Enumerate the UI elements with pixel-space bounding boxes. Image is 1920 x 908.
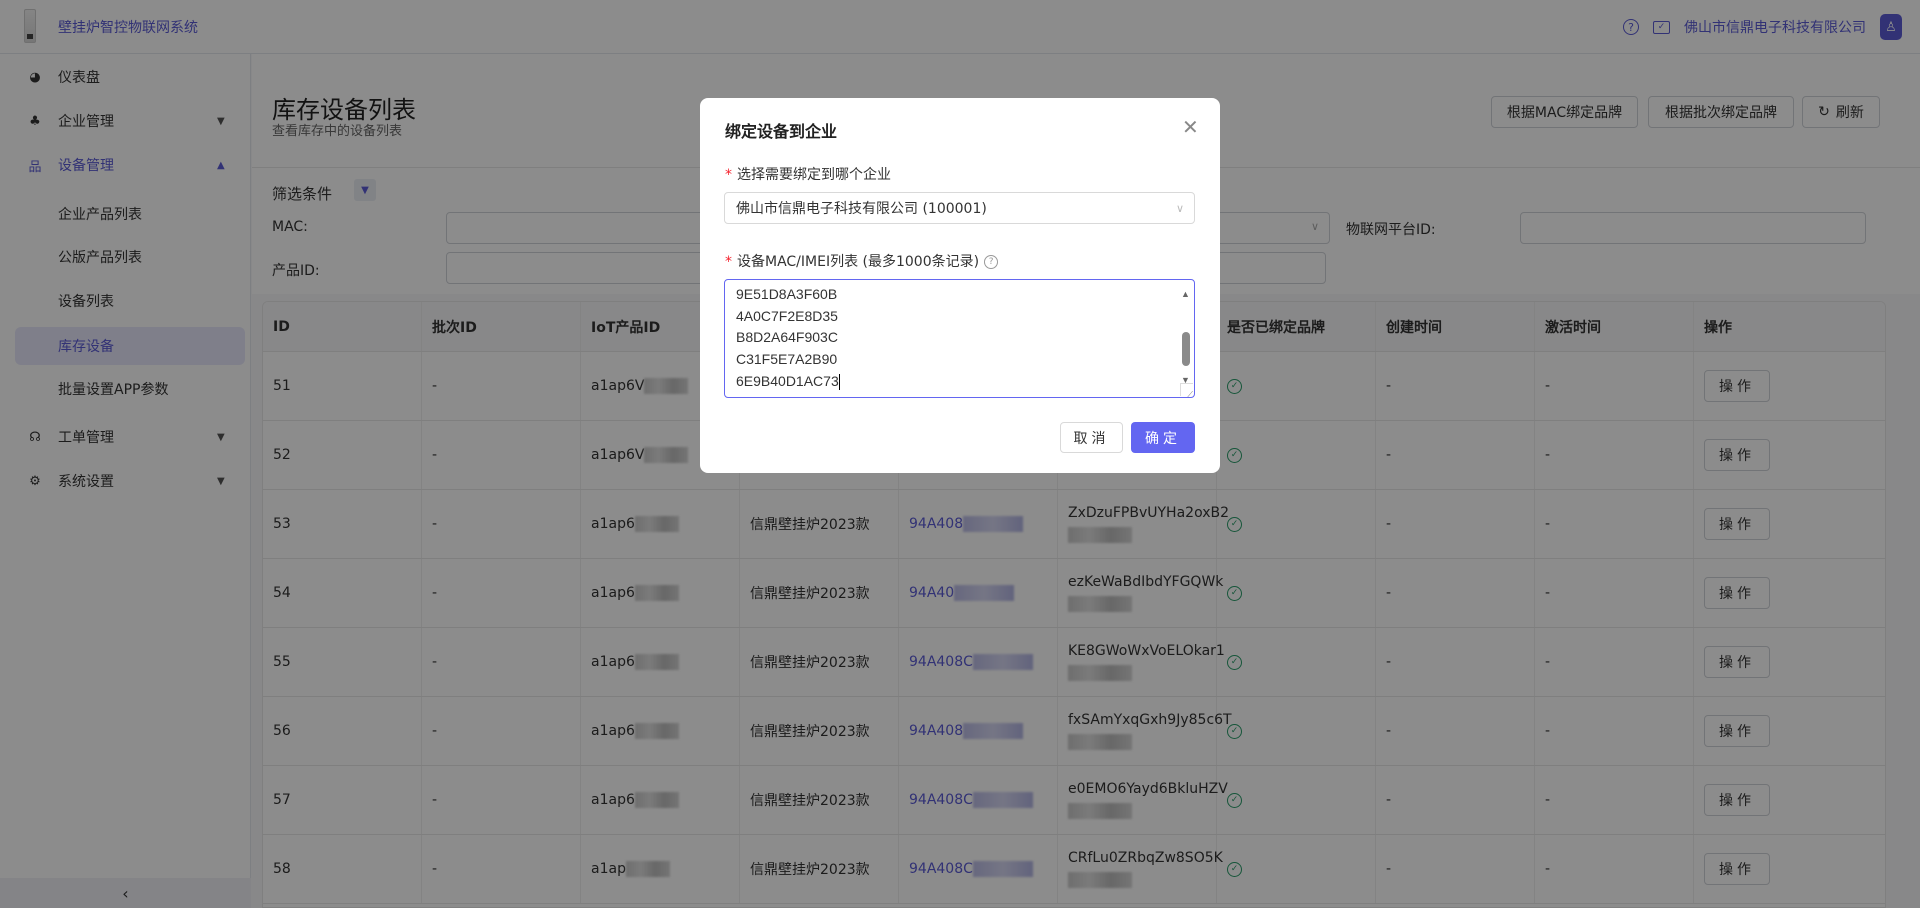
scroll-up-icon: ▲ [1181, 289, 1190, 299]
company-field-label: * 选择需要绑定到哪个企业 [725, 167, 891, 183]
bind-device-dialog: 绑定设备到企业 ✕ * 选择需要绑定到哪个企业 佛山市信鼎电子科技有限公司 (10… [700, 98, 1220, 473]
resize-handle-icon[interactable]: ⟋ [1180, 383, 1193, 397]
help-icon[interactable]: ? [984, 255, 999, 269]
chevron-down-icon: ∨ [1175, 201, 1184, 215]
mac-list-label: * 设备MAC/IMEI列表 (最多1000条记录)? [725, 251, 999, 271]
cancel-button[interactable]: 取消 [1060, 422, 1123, 453]
close-icon[interactable]: ✕ [1182, 115, 1199, 139]
text-caret [838, 374, 840, 391]
confirm-button[interactable]: 确定 [1131, 422, 1195, 453]
dialog-title: 绑定设备到企业 [725, 122, 838, 141]
company-select[interactable]: 佛山市信鼎电子科技有限公司 (100001) ∨ [724, 192, 1195, 224]
textarea-scrollbar[interactable]: ▲ ▼ [1180, 284, 1192, 386]
mac-list-textarea[interactable]: 9E51D8A3F60B 4A0C7F2E8D35 B8D2A64F903C C… [724, 279, 1195, 398]
